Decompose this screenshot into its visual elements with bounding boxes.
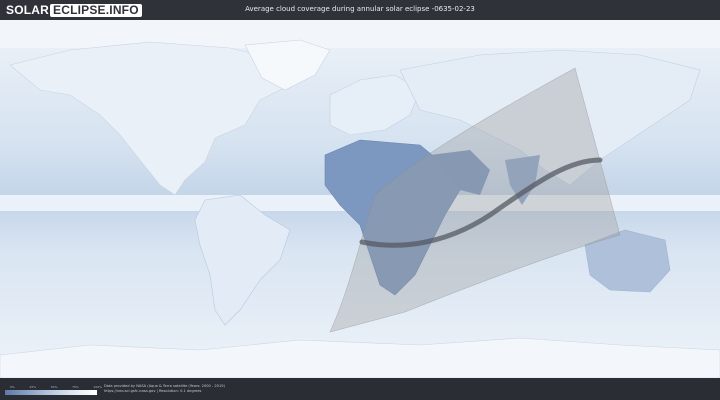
arctic-ice xyxy=(0,20,720,48)
scale-label: 0% xyxy=(10,385,15,389)
credit-line-url: https://neo.sci.gsfc.nasa.gov | Resoluti… xyxy=(104,389,202,393)
scale-label: 25% xyxy=(29,385,37,389)
scale-label: 75% xyxy=(72,385,79,389)
cloud-coverage-map xyxy=(0,20,720,378)
scale-label: 50% xyxy=(50,385,58,389)
scale-gradient-bar xyxy=(5,390,97,395)
footer-bar: 0% 25% 50% 75% 100% Data provided by NAS… xyxy=(0,378,720,400)
page-title: Average cloud coverage during annular so… xyxy=(245,5,475,13)
header-bar: SOLAR ECLIPSE.INFO Average cloud coverag… xyxy=(0,0,720,20)
scale-labels: 0% 25% 50% 75% 100% xyxy=(10,385,102,389)
cloud-coverage-scale: 0% 25% 50% 75% 100% xyxy=(5,384,102,395)
data-credits: Data provided by NASA (Aqua & Terra sate… xyxy=(104,384,225,394)
scale-label: 100% xyxy=(93,385,102,389)
